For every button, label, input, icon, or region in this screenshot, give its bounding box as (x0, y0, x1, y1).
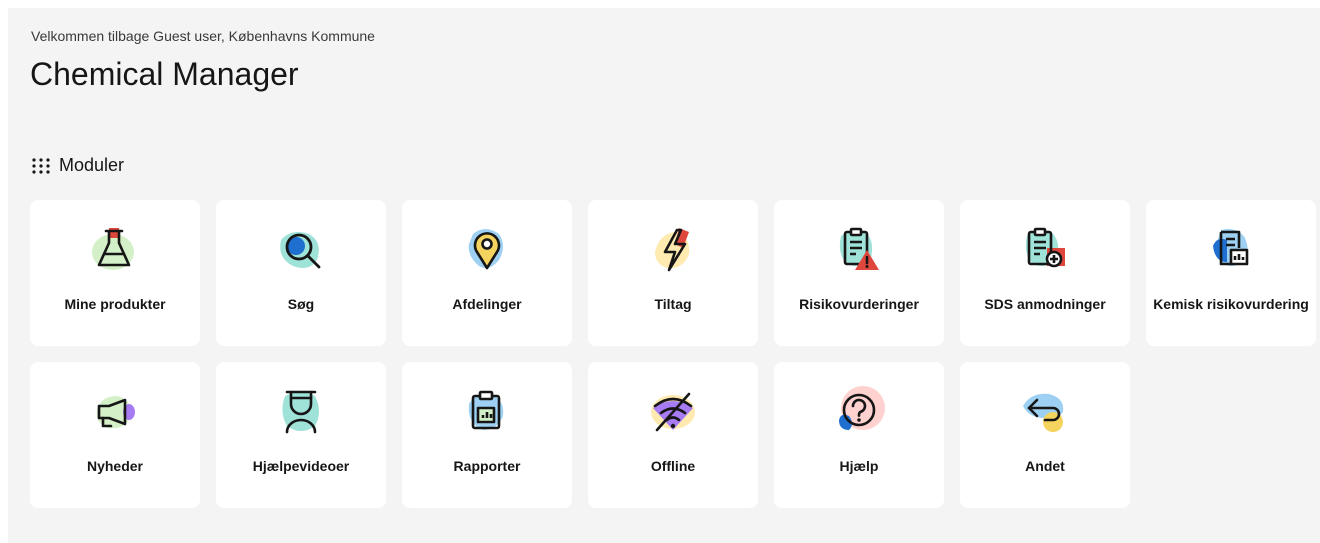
clipboard-warning-icon (839, 227, 879, 270)
module-card-nyheder[interactable]: Nyheder (30, 362, 200, 508)
module-card-mine-produkter[interactable]: Mine produkter (30, 200, 200, 346)
document-chart-icon (1213, 229, 1249, 266)
lightning-icon (655, 228, 690, 272)
magnifier-icon (280, 232, 321, 269)
help-icon (839, 386, 885, 430)
module-card-tiltag[interactable]: Tiltag (588, 200, 758, 346)
module-card-hjaelp[interactable]: Hjælp (774, 362, 944, 508)
modules-heading-label: Moduler (59, 155, 125, 175)
page: Velkommen tilbage Guest user, Københavns… (8, 8, 1320, 543)
module-card-hjaelpevideoer[interactable]: Hjælpevideoer (216, 362, 386, 508)
module-label: Rapporter (453, 458, 521, 474)
megaphone-icon (96, 396, 135, 429)
module-label: Andet (1025, 458, 1065, 474)
module-label: Risikovurderinger (799, 296, 919, 312)
modules-grid: Mine produkter Søg Afdelinger Tiltag Ris… (30, 200, 1316, 508)
module-label: Mine produkter (64, 296, 166, 312)
report-clipboard-icon (468, 390, 504, 430)
module-card-andet[interactable]: Andet (960, 362, 1130, 508)
module-label: SDS anmodninger (984, 296, 1106, 312)
module-label: Nyheder (86, 458, 144, 474)
module-card-kemisk-risikovurdering[interactable]: Kemisk risikovurdering (1146, 200, 1316, 346)
module-label: Kemisk risikovurdering (1153, 296, 1309, 312)
flask-icon (92, 228, 134, 270)
module-card-risikovurderinger[interactable]: Risikovurderinger (774, 200, 944, 346)
module-card-rapporter[interactable]: Rapporter (402, 362, 572, 508)
module-label: Søg (287, 296, 315, 312)
module-label: Hjælp (839, 458, 879, 474)
module-label: Tiltag (654, 296, 692, 312)
grid-dots-icon (32, 157, 50, 174)
clipboard-add-icon (1025, 227, 1065, 268)
page-title: Chemical Manager (30, 56, 299, 92)
graduate-icon (282, 390, 319, 434)
module-label: Offline (650, 458, 696, 474)
wifi-off-icon (651, 392, 695, 432)
modules-heading: Moduler (31, 155, 124, 176)
module-label: Afdelinger (452, 296, 522, 312)
module-label: Hjælpevideoer (252, 458, 350, 474)
module-card-afdelinger[interactable]: Afdelinger (402, 200, 572, 346)
module-card-offline[interactable]: Offline (588, 362, 758, 508)
return-arrow-icon (1023, 393, 1064, 432)
location-pin-icon (468, 229, 503, 270)
welcome-text: Velkommen tilbage Guest user, Københavns… (31, 28, 375, 44)
module-card-sog[interactable]: Søg (216, 200, 386, 346)
module-card-sds-anmodninger[interactable]: SDS anmodninger (960, 200, 1130, 346)
